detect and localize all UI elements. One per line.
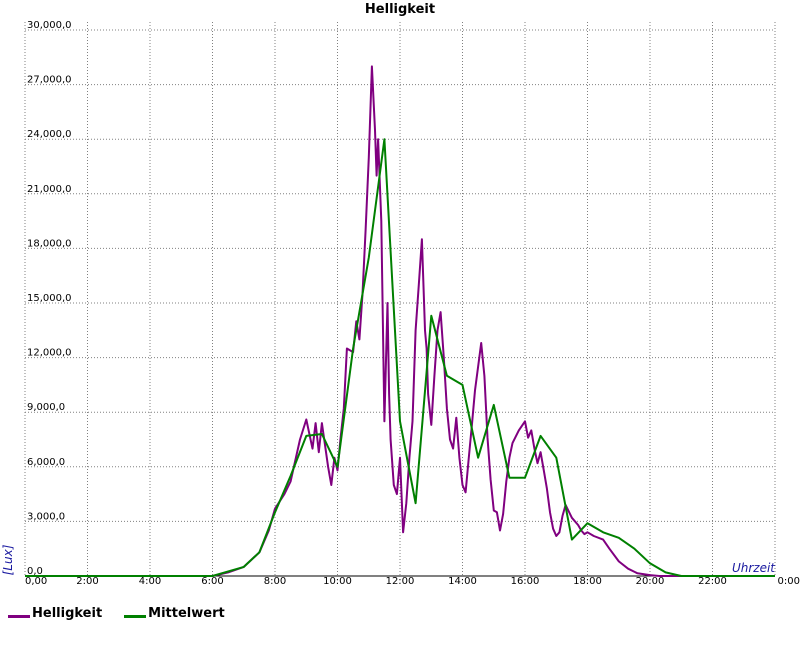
legend: Helligkeit Mittelwert <box>8 606 225 621</box>
y-tick-label: 6,000,0 <box>27 457 65 468</box>
x-tick-label: 0,00 <box>25 576 47 587</box>
x-tick-label: 18:00 <box>573 576 602 587</box>
x-tick-label: 22:00 <box>698 576 727 587</box>
y-tick-label: 15,000,0 <box>27 293 72 304</box>
y-axis-label: [Lux] <box>1 544 15 575</box>
x-tick-label: 8:00 <box>264 576 286 587</box>
x-tick-label: 16:00 <box>511 576 540 587</box>
legend-swatch <box>124 615 147 618</box>
y-tick-label: 21,000,0 <box>27 184 72 195</box>
legend-label: Mittelwert <box>148 606 225 621</box>
legend-swatch <box>8 615 30 618</box>
x-tick-label: 2:00 <box>76 576 98 587</box>
y-tick-label: 12,000,0 <box>27 348 72 359</box>
grid <box>25 22 775 576</box>
y-tick-label: 30,000,0 <box>27 20 72 31</box>
y-tick-label: 27,000,0 <box>27 75 72 86</box>
y-axis-ticks: 0,03,000,06,000,09,000,012,000,015,000,0… <box>27 20 72 577</box>
x-axis-ticks: 0,00 2:00 4:00 6:00 8:00 10:00 12:00 14:00 16:00… <box>25 576 800 587</box>
x-tick-label: 12:00 <box>386 576 415 587</box>
x-tick-label: 14:00 <box>448 576 477 587</box>
legend-label: Helligkeit <box>32 606 103 621</box>
y-tick-label: 18,000,0 <box>27 238 72 249</box>
x-tick-label: 10:00 <box>323 576 352 587</box>
legend-item-helligkeit: Helligkeit <box>8 606 102 621</box>
y-tick-label: 24,000,0 <box>27 129 72 140</box>
x-tick-label: 0:00 <box>778 576 800 587</box>
y-tick-label: 3,000,0 <box>27 511 65 522</box>
chart-title: Helligkeit <box>365 2 435 17</box>
x-tick-label: 20:00 <box>636 576 665 587</box>
x-tick-label: 4:00 <box>139 576 161 587</box>
x-tick-label: 6:00 <box>201 576 223 587</box>
x-axis-label: Uhrzeit <box>732 561 776 575</box>
legend-item-mittelwert: Mittelwert <box>124 606 225 621</box>
y-tick-label: 9,000,0 <box>27 402 65 413</box>
chart: Helligkeit 0,03,000,06,000,09,000,012,00… <box>1 2 800 587</box>
